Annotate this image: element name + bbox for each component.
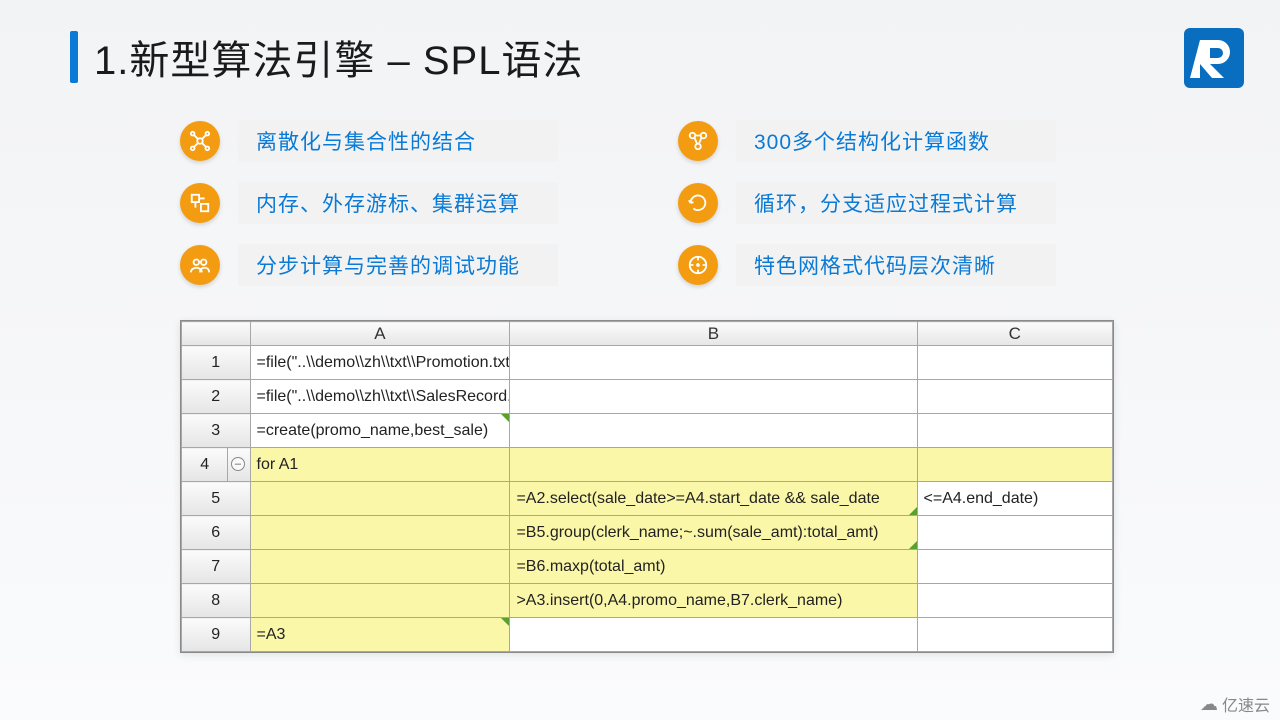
feature-label: 特色网格式代码层次清晰 [736,244,1056,286]
grid-row: 8 >A3.insert(0,A4.promo_name,B7.clerk_na… [182,584,1113,618]
row-header: 7 [182,550,251,584]
slide: 1.新型算法引擎 – SPL语法 离散化与集合性的结合 内存、外存游标、集群运算 [0,0,1280,720]
cell-A1: =file("..\\demo\\zh\\txt\\Promotion.txt"… [250,346,510,380]
cell-marker-icon [501,414,509,422]
cell-A8 [250,584,510,618]
cursor-icon [180,183,220,223]
feature-item: 分步计算与完善的调试功能 [180,244,558,286]
row-header: 4 [182,448,228,482]
row-header: 8 [182,584,251,618]
slide-title: 1.新型算法引擎 – SPL语法 [94,28,583,86]
cell-A4: for A1 [250,448,510,482]
feature-item: 内存、外存游标、集群运算 [180,182,558,224]
code-table: A B C 1 =file("..\\demo\\zh\\txt\\Promot… [181,321,1113,652]
feature-col-left: 离散化与集合性的结合 内存、外存游标、集群运算 分步计算与完善的调试功能 [180,120,558,286]
grid-row: 1 =file("..\\demo\\zh\\txt\\Promotion.tx… [182,346,1113,380]
cell-text: =B5.group(clerk_name;~.sum(sale_amt):tot… [516,524,878,541]
grid-row: 6 =B5.group(clerk_name;~.sum(sale_amt):t… [182,516,1113,550]
cell-A7 [250,550,510,584]
row-header: 1 [182,346,251,380]
cell-marker-icon [909,507,917,515]
cell-B4 [510,448,917,482]
title-accent [70,31,78,83]
watermark-text: 亿速云 [1222,692,1270,716]
logo-r-icon [1182,26,1246,90]
row-header: 3 [182,414,251,448]
col-header-B: B [510,322,917,346]
cell-A2: =file("..\\demo\\zh\\txt\\SalesRecord.tx… [250,380,510,414]
cell-B8: >A3.insert(0,A4.promo_name,B7.clerk_name… [510,584,917,618]
feature-col-right: 300多个结构化计算函数 循环，分支适应过程式计算 特色网格式代码层次清晰 [678,120,1056,286]
feature-grid: 离散化与集合性的结合 内存、外存游标、集群运算 分步计算与完善的调试功能 [180,120,1140,286]
grid-corner [182,322,251,346]
col-header-C: C [917,322,1113,346]
feature-label: 分步计算与完善的调试功能 [238,244,558,286]
cell-C2 [917,380,1113,414]
cell-A6 [250,516,510,550]
row-header: 2 [182,380,251,414]
grid-row: 5 =A2.select(sale_date>=A4.start_date &&… [182,482,1113,516]
feature-item: 300多个结构化计算函数 [678,120,1056,162]
nodes-icon [678,121,718,161]
cell-C6 [917,516,1113,550]
row-toggle[interactable]: – [228,448,250,482]
feature-item: 循环，分支适应过程式计算 [678,182,1056,224]
feature-item: 离散化与集合性的结合 [180,120,558,162]
loop-icon [678,183,718,223]
cell-C5: <=A4.end_date) [917,482,1113,516]
grid-row: 7 =B6.maxp(total_amt) [182,550,1113,584]
cell-C9 [917,618,1113,652]
cloud-icon: ☁ [1200,694,1218,715]
watermark: ☁ 亿速云 [1200,692,1270,716]
feature-item: 特色网格式代码层次清晰 [678,244,1056,286]
cell-A5 [250,482,510,516]
row-header: 6 [182,516,251,550]
feature-label: 离散化与集合性的结合 [238,120,558,162]
row-header: 9 [182,618,251,652]
cell-B1 [510,346,917,380]
grid-body: 1 =file("..\\demo\\zh\\txt\\Promotion.tx… [182,346,1113,652]
cell-B6: =B5.group(clerk_name;~.sum(sale_amt):tot… [510,516,917,550]
grid-row: 2 =file("..\\demo\\zh\\txt\\SalesRecord.… [182,380,1113,414]
feature-label: 内存、外存游标、集群运算 [238,182,558,224]
cell-A3: =create(promo_name,best_sale) [250,414,510,448]
grid-row: 4 – for A1 [182,448,1113,482]
cell-text: =A3 [257,626,286,643]
cell-C1 [917,346,1113,380]
title-bar: 1.新型算法引擎 – SPL语法 [70,28,583,86]
cell-C4 [917,448,1113,482]
cell-C3 [917,414,1113,448]
cell-text: =create(promo_name,best_sale) [257,422,489,439]
cell-B7: =B6.maxp(total_amt) [510,550,917,584]
cell-B9 [510,618,917,652]
target-icon [678,245,718,285]
brand-logo [1182,26,1246,90]
cell-text: =A2.select(sale_date>=A4.start_date && s… [516,490,879,507]
col-header-A: A [250,322,510,346]
cell-marker-icon [501,618,509,626]
cell-C8 [917,584,1113,618]
cell-A9: =A3 [250,618,510,652]
cell-C7 [917,550,1113,584]
people-icon [180,245,220,285]
feature-label: 300多个结构化计算函数 [736,120,1056,162]
cell-marker-icon [909,541,917,549]
grid-header-row: A B C [182,322,1113,346]
feature-label: 循环，分支适应过程式计算 [736,182,1056,224]
grid-row: 9 =A3 [182,618,1113,652]
cell-B2 [510,380,917,414]
grid-row: 3 =create(promo_name,best_sale) [182,414,1113,448]
network-icon [180,121,220,161]
row-header: 5 [182,482,251,516]
cell-B3 [510,414,917,448]
spl-code-grid: A B C 1 =file("..\\demo\\zh\\txt\\Promot… [180,320,1114,653]
cell-B5: =A2.select(sale_date>=A4.start_date && s… [510,482,917,516]
collapse-icon: – [231,457,245,471]
